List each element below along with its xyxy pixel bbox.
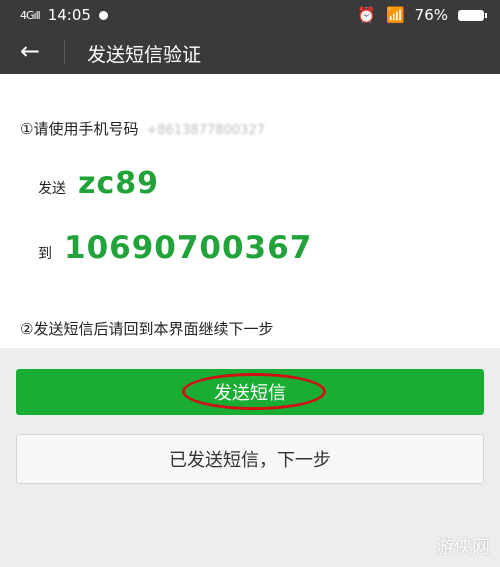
instructions-panel: ①请使用手机号码 +8613877800327 发送 zc89 到 1069070… <box>0 74 500 348</box>
sms-code: zc89 <box>78 166 159 201</box>
wifi-icon: 📶 <box>385 6 405 24</box>
back-arrow-icon[interactable]: ← <box>20 36 40 66</box>
watermark-logo: 游侠网 <box>436 537 490 558</box>
page-title: 发送短信验证 <box>87 44 202 66</box>
status-bar: 4Gıll 14:05 ⏰ 📶 76% <box>0 0 500 30</box>
to-line: 到 10690700367 <box>38 230 312 266</box>
send-label: 发送 <box>38 181 66 197</box>
battery-icon <box>458 9 487 21</box>
battery-text: 76% <box>414 6 448 24</box>
send-line: 发送 zc89 <box>38 166 159 201</box>
signal-icon: 4Gıll <box>20 8 41 22</box>
step-one: ①请使用手机号码 +8613877800327 <box>20 118 265 139</box>
status-time: 14:05 <box>47 6 91 24</box>
phone-number: +8613877800327 <box>146 123 265 138</box>
nav-bar: ← 发送短信验证 <box>0 30 500 74</box>
send-sms-button[interactable]: 发送短信 <box>16 369 484 415</box>
nav-divider <box>64 40 65 64</box>
to-label: 到 <box>38 246 52 262</box>
alarm-icon: ⏰ <box>357 6 376 24</box>
step-two: ②发送短信后请回到本界面继续下一步 <box>20 320 274 338</box>
sent-next-button[interactable]: 已发送短信，下一步 <box>16 434 484 484</box>
notification-dot-icon <box>98 10 108 20</box>
step-one-text: ①请使用手机号码 <box>20 120 139 138</box>
target-number: 10690700367 <box>64 230 313 266</box>
